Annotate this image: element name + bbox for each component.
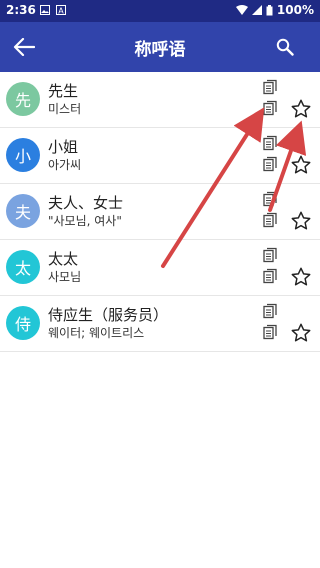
avatar-letter: 夫 [14, 203, 31, 222]
search-icon [276, 38, 294, 56]
phrase-term: 先生 [48, 82, 79, 100]
status-bar: 2:36 A 100% [0, 0, 320, 22]
phrase-term: 夫人、女士 [48, 194, 124, 212]
copy-translation-icon[interactable] [262, 268, 278, 284]
star-outline-icon[interactable] [290, 98, 312, 120]
signal-icon [251, 5, 262, 15]
copy-term-icon[interactable] [262, 79, 278, 95]
status-time: 2:36 [6, 3, 36, 17]
phrase-translation: 아가씨 [48, 158, 82, 172]
star-outline-icon[interactable] [290, 322, 312, 344]
avatar: 侍 [6, 306, 40, 340]
phrase-list: 先 先生 미스터 小 小姐 아가씨 夫 夫人、女士 "사모님, 여사" 太 太太… [0, 72, 320, 352]
star-outline-icon[interactable] [290, 266, 312, 288]
copy-term-icon[interactable] [262, 191, 278, 207]
status-right: 100% [235, 3, 314, 17]
svg-text:A: A [58, 7, 64, 16]
copy-term-icon[interactable] [262, 303, 278, 319]
app-notification-icon: A [56, 5, 66, 15]
star-outline-icon[interactable] [290, 154, 312, 176]
avatar: 先 [6, 82, 40, 116]
avatar-letter: 太 [14, 259, 31, 278]
phrase-translation: 사모님 [48, 270, 82, 284]
copy-term-icon[interactable] [262, 247, 278, 263]
wifi-icon [235, 5, 248, 15]
battery-percent: 100% [276, 3, 314, 17]
list-item[interactable]: 夫 夫人、女士 "사모님, 여사" [0, 184, 320, 240]
avatar: 太 [6, 250, 40, 284]
search-button[interactable] [272, 34, 298, 60]
copy-translation-icon[interactable] [262, 156, 278, 172]
battery-icon [266, 4, 273, 15]
avatar: 夫 [6, 194, 40, 228]
star-outline-icon[interactable] [290, 210, 312, 232]
copy-translation-icon[interactable] [262, 212, 278, 228]
list-item[interactable]: 先 先生 미스터 [0, 72, 320, 128]
phrase-term: 太太 [48, 250, 79, 268]
copy-translation-icon[interactable] [262, 100, 278, 116]
phrase-term: 小姐 [48, 138, 79, 156]
list-item[interactable]: 太 太太 사모님 [0, 240, 320, 296]
image-notification-icon [40, 5, 50, 15]
phrase-translation: "사모님, 여사" [48, 214, 122, 228]
phrase-translation: 웨이터; 웨이트리스 [48, 326, 145, 340]
avatar-letter: 侍 [14, 315, 31, 334]
app-bar: 称呼语 [0, 22, 320, 72]
phrase-term: 侍应生（服务员） [48, 306, 169, 324]
phrase-translation: 미스터 [48, 102, 82, 116]
avatar-letter: 先 [14, 91, 31, 110]
avatar: 小 [6, 138, 40, 172]
list-item[interactable]: 小 小姐 아가씨 [0, 128, 320, 184]
avatar-letter: 小 [14, 147, 31, 166]
notification-icons: A [40, 5, 66, 15]
copy-term-icon[interactable] [262, 135, 278, 151]
list-item[interactable]: 侍 侍应生（服务员） 웨이터; 웨이트리스 [0, 296, 320, 352]
copy-translation-icon[interactable] [262, 324, 278, 340]
